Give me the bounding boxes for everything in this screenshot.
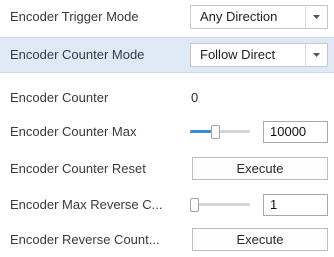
encoder-max-reverse-input[interactable]: 1 [263,194,328,216]
encoder-counter-max-input[interactable]: 10000 [263,121,328,143]
encoder-max-reverse-slider[interactable] [190,198,250,212]
property-label: Encoder Counter Reset [10,161,146,176]
encoder-reverse-counter-execute-button[interactable]: Execute [192,228,328,251]
chevron-down-icon[interactable] [305,44,327,66]
chevron-down-icon[interactable] [305,6,327,28]
property-row-encoder-counter: Encoder Counter 0 [0,81,334,115]
slider-track[interactable] [190,203,250,206]
property-label: Encoder Counter Max [10,124,137,139]
property-row-encoder-counter-mode[interactable]: Encoder Counter Mode Follow Direct [0,37,334,73]
property-label: Encoder Reverse Count... [10,232,160,247]
property-row-encoder-counter-reset: Encoder Counter Reset Execute [0,152,334,186]
property-label: Encoder Max Reverse C... [10,197,163,212]
slider-thumb[interactable] [211,125,220,139]
encoder-counter-max-slider[interactable] [190,125,250,139]
property-label: Encoder Trigger Mode [10,9,139,24]
property-row-encoder-reverse-counter-reset: Encoder Reverse Count... Execute [0,223,334,257]
property-row-encoder-trigger-mode[interactable]: Encoder Trigger Mode Any Direction [0,0,334,34]
property-label: Encoder Counter [10,90,109,105]
slider-thumb[interactable] [190,198,199,212]
property-row-encoder-max-reverse-count[interactable]: Encoder Max Reverse C... 1 [0,188,334,222]
property-label: Encoder Counter Mode [10,47,145,62]
dropdown-value: Any Direction [200,9,278,24]
dropdown-value: Follow Direct [200,47,276,62]
encoder-counter-mode-dropdown[interactable]: Follow Direct [190,43,328,67]
encoder-counter-reset-execute-button[interactable]: Execute [192,157,328,180]
encoder-counter-value: 0 [191,90,199,105]
encoder-trigger-mode-dropdown[interactable]: Any Direction [190,5,328,29]
encoder-properties-panel: Encoder Trigger Mode Any Direction Encod… [0,0,334,257]
property-row-encoder-counter-max[interactable]: Encoder Counter Max 10000 [0,115,334,149]
